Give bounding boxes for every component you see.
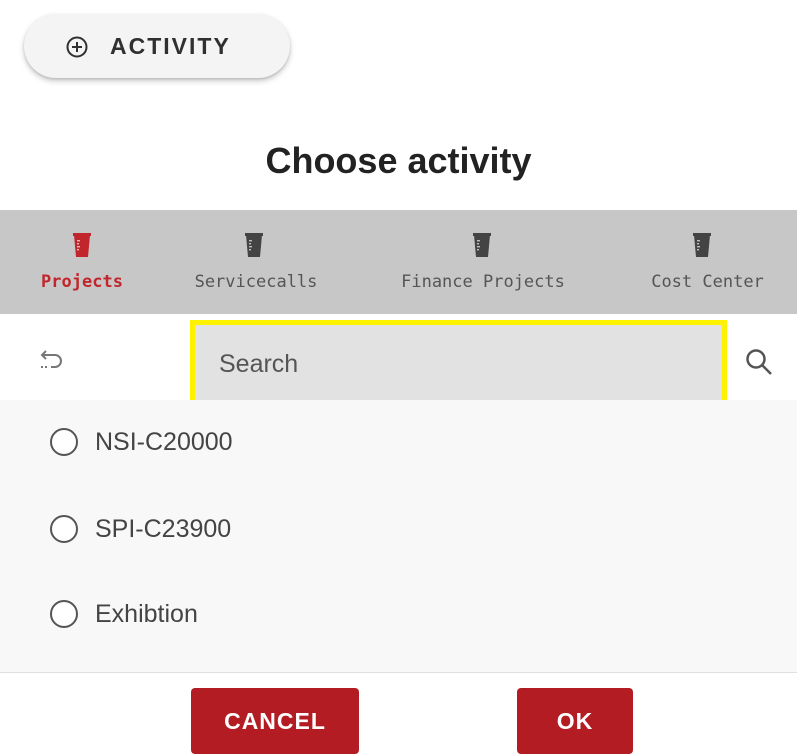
option-exhibtion[interactable]: Exhibtion	[50, 594, 198, 634]
activity-options-list: NSI-C20000 SPI-C23900 Exhibtion	[0, 400, 797, 672]
tab-projects[interactable]: Projects	[0, 210, 164, 314]
tab-label: Finance Projects	[401, 272, 565, 292]
option-nsi-c20000[interactable]: NSI-C20000	[50, 422, 233, 462]
option-spi-c23900[interactable]: SPI-C23900	[50, 509, 231, 549]
bucket-icon	[245, 233, 263, 257]
bucket-icon	[473, 233, 491, 257]
add-activity-button[interactable]: ACTIVITY	[24, 14, 290, 78]
undo-icon[interactable]	[34, 346, 64, 376]
category-tab-bar: Projects Servicecalls Finance Projects C…	[0, 210, 797, 314]
cancel-button[interactable]: CANCEL	[191, 688, 359, 754]
bucket-icon	[693, 233, 711, 257]
divider	[0, 672, 797, 673]
tab-cost-center[interactable]: Cost Center	[618, 210, 797, 314]
search-box	[190, 320, 727, 408]
add-activity-label: ACTIVITY	[110, 33, 231, 59]
tab-label: Projects	[41, 272, 123, 292]
radio-button[interactable]	[50, 428, 78, 456]
radio-button[interactable]	[50, 600, 78, 628]
option-label: NSI-C20000	[95, 427, 233, 456]
dialog-title: Choose activity	[265, 140, 532, 181]
option-label: Exhibtion	[95, 599, 198, 628]
plus-circle-icon	[66, 36, 88, 58]
bucket-icon	[73, 233, 91, 257]
tab-finance-projects[interactable]: Finance Projects	[348, 210, 618, 314]
ok-button[interactable]: OK	[517, 688, 633, 754]
tab-servicecalls[interactable]: Servicecalls	[164, 210, 348, 314]
tab-label: Servicecalls	[194, 272, 318, 292]
search-icon[interactable]	[743, 346, 775, 378]
search-input[interactable]	[195, 325, 722, 403]
radio-button[interactable]	[50, 515, 78, 543]
tab-label: Cost Center	[651, 272, 764, 292]
option-label: SPI-C23900	[95, 514, 232, 543]
